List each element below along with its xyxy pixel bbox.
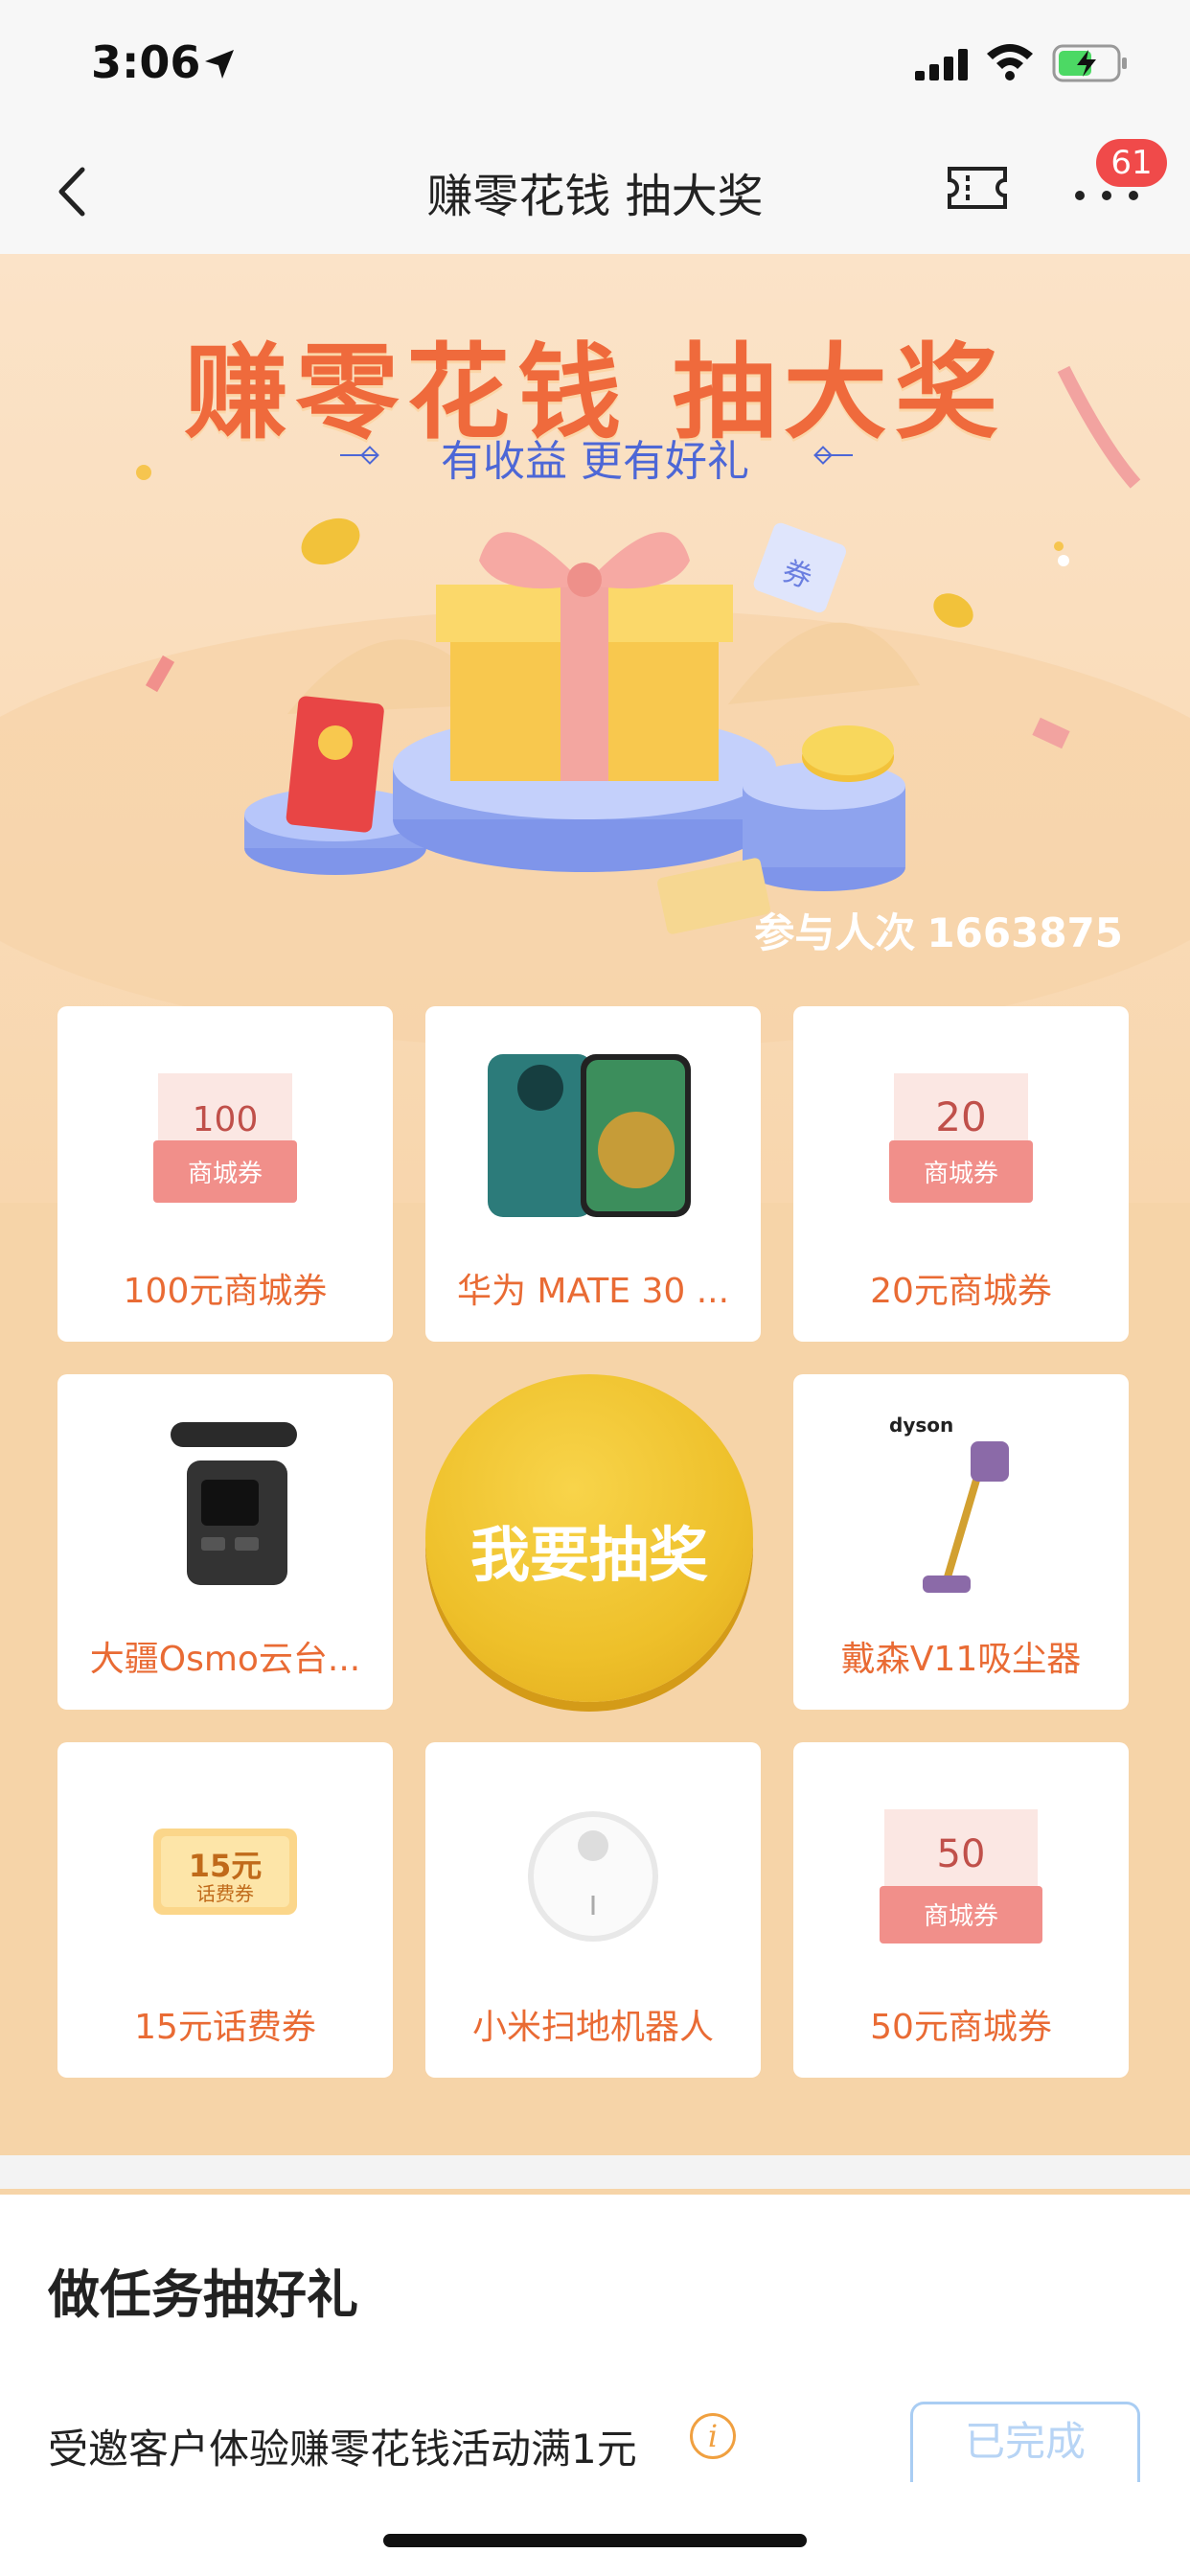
- task-description: 受邀客户体验赚零花钱活动满1元: [48, 2426, 637, 2472]
- wifi-icon: [987, 44, 1033, 80]
- ticket-icon[interactable]: [947, 166, 1008, 210]
- notification-badge: 61: [1096, 139, 1167, 187]
- participants-count: 1663875: [927, 909, 1123, 956]
- hero-subtitle: 有收益 更有好礼: [441, 437, 749, 486]
- page-title: 赚零花钱 抽大奖: [426, 170, 764, 223]
- location-arrow-icon: [205, 50, 234, 79]
- battery-charging-icon: [1052, 44, 1127, 82]
- status-bar: 3:06: [0, 0, 1190, 129]
- cellular-signal-icon: [915, 49, 968, 80]
- participants-label: 参与人次: [754, 909, 916, 956]
- mall-coupon-icon: 20 商城券: [889, 1073, 1033, 1203]
- svg-text:100: 100: [193, 1100, 259, 1139]
- svg-text:商城券: 商城券: [924, 1160, 998, 1188]
- svg-text:商城券: 商城券: [188, 1160, 263, 1188]
- info-icon[interactable]: i: [690, 2413, 736, 2459]
- participants-counter: 参与人次 1663875: [754, 901, 1123, 959]
- more-options-icon[interactable]: [1073, 189, 1140, 202]
- mall-coupon-icon: 100 商城券: [153, 1073, 297, 1203]
- status-time: 3:06: [91, 36, 201, 88]
- home-indicator[interactable]: [383, 2534, 807, 2547]
- task-completed-button[interactable]: 已完成: [910, 2402, 1140, 2482]
- task-section-title: 做任务抽好礼: [48, 2265, 358, 2325]
- navigation-bar: 赚零花钱 抽大奖 61: [0, 129, 1190, 254]
- svg-text:20: 20: [935, 1093, 986, 1140]
- separator-band: [0, 2155, 1190, 2189]
- smartphone-icon: [488, 1054, 691, 1217]
- task-panel: 做任务抽好礼 受邀客户体验赚零花钱活动满1元 i 已完成: [0, 2195, 1190, 2576]
